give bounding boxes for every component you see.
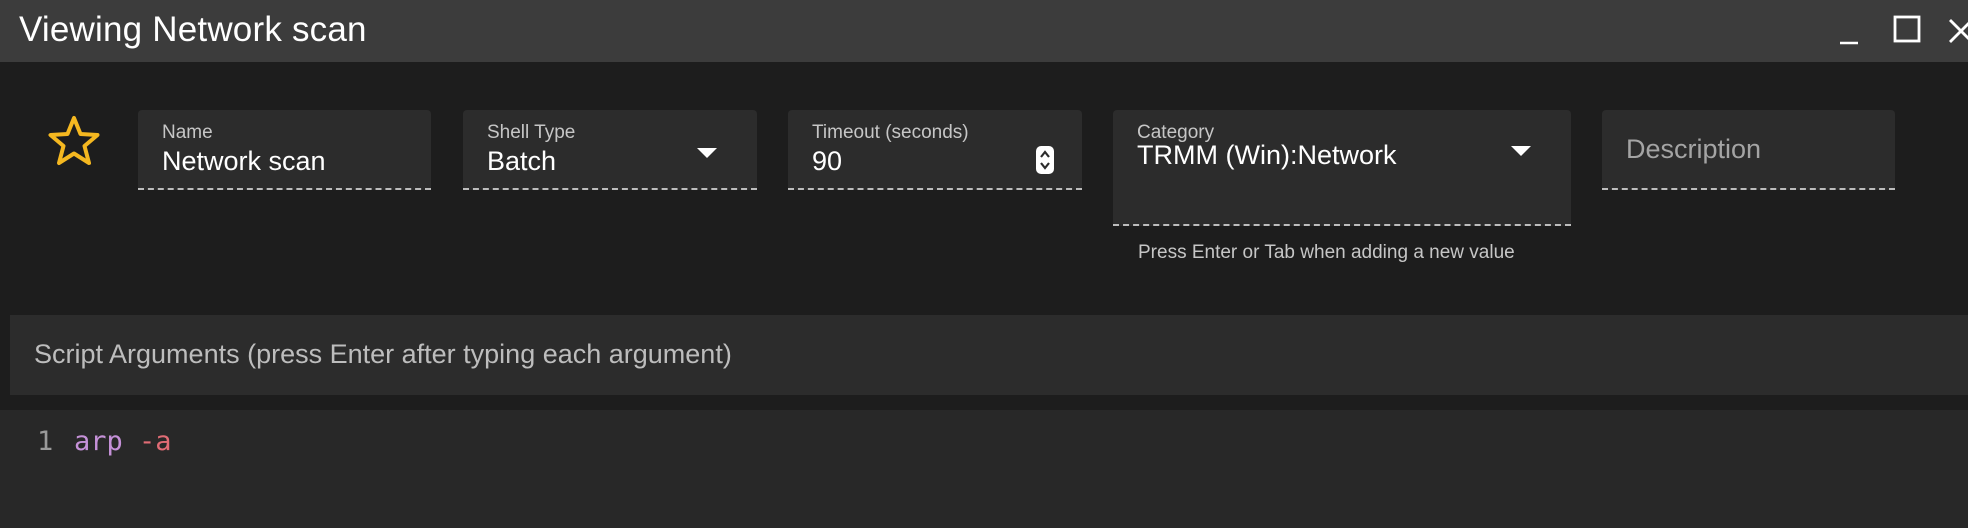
timeout-value: 90 bbox=[812, 146, 843, 176]
favorite-star-icon[interactable] bbox=[46, 114, 102, 168]
script-arguments-placeholder: Script Arguments (press Enter after typi… bbox=[34, 339, 732, 369]
maximize-icon[interactable] bbox=[1893, 14, 1921, 46]
shell-type-select[interactable]: Shell Type Batch bbox=[463, 110, 757, 190]
shell-type-label: Shell Type bbox=[487, 122, 576, 143]
description-placeholder: Description bbox=[1626, 134, 1762, 164]
category-select[interactable]: Category TRMM (Win):Network bbox=[1113, 110, 1571, 226]
name-value: Network scan bbox=[162, 146, 326, 176]
timeout-label: Timeout (seconds) bbox=[812, 122, 969, 143]
window-title: Viewing Network scan bbox=[19, 10, 367, 49]
line-number: 1 bbox=[37, 426, 54, 457]
timeout-field[interactable]: Timeout (seconds) 90 bbox=[788, 110, 1082, 190]
minimize-icon[interactable] bbox=[1838, 14, 1860, 46]
code-editor[interactable]: 1 arp -a bbox=[0, 410, 1968, 528]
shell-type-value: Batch bbox=[487, 146, 557, 176]
description-field[interactable]: Description bbox=[1602, 110, 1895, 190]
close-icon[interactable] bbox=[1948, 14, 1968, 46]
name-label: Name bbox=[162, 122, 213, 143]
category-hint: Press Enter or Tab when adding a new val… bbox=[1138, 242, 1515, 263]
number-spinner-icon[interactable] bbox=[1036, 146, 1054, 174]
dropdown-arrow-icon[interactable] bbox=[1509, 144, 1533, 163]
script-arguments-field[interactable]: Script Arguments (press Enter after typi… bbox=[10, 315, 1968, 395]
dropdown-arrow-icon[interactable] bbox=[695, 146, 719, 165]
code-token-flag: -a bbox=[139, 426, 172, 457]
code-line[interactable]: arp -a bbox=[74, 426, 172, 457]
name-field[interactable]: Name Network scan bbox=[138, 110, 431, 190]
category-value: TRMM (Win):Network bbox=[1137, 140, 1397, 170]
code-token-command: arp bbox=[74, 426, 123, 457]
title-bar: Viewing Network scan bbox=[0, 0, 1968, 62]
